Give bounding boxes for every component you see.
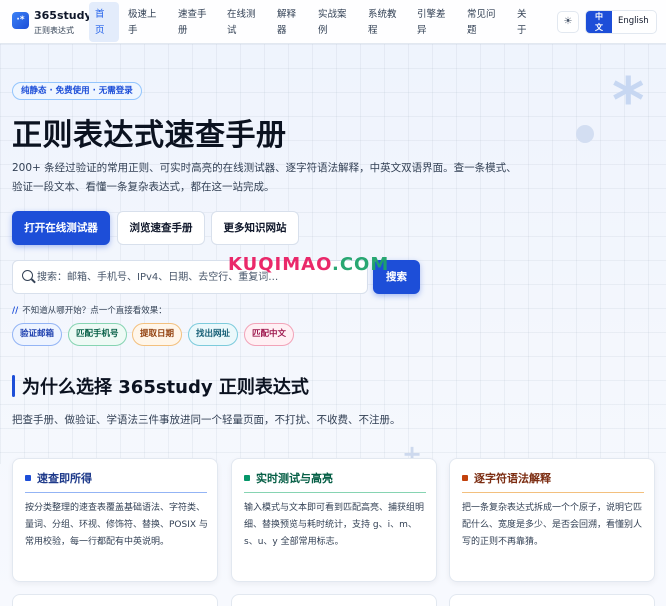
search-icon xyxy=(22,270,33,281)
chip-match-chinese[interactable]: 匹配中文 xyxy=(244,323,295,346)
section-accent-bar xyxy=(12,375,15,397)
brand-subtitle: 正则表达式 xyxy=(34,26,74,35)
hint-prefix: // xyxy=(12,306,19,316)
feature-card-explainer: 逐字符语法解释 把一条复杂表达式拆成一个个原子，说明它匹配什么、宽度是多少、是否… xyxy=(449,458,655,582)
chip-find-url[interactable]: 找出网址 xyxy=(188,323,239,346)
feature-card-partial xyxy=(449,594,655,606)
page-title: 正则表达式速查手册 xyxy=(12,118,287,153)
card-bullet-icon xyxy=(25,475,31,481)
hint-text: 不知道从哪开始？点一个直接看效果： xyxy=(22,306,167,316)
nav-item-explainer[interactable]: 解释器 xyxy=(271,2,303,42)
feature-card-cheatsheet: 速查即所得 按分类整理的速查表覆盖基础语法、字符类、量词、分组、环视、修饰符、替… xyxy=(12,458,218,582)
feature-card-partial xyxy=(12,594,218,606)
hero-description: 200+ 条经过验证的常用正则、可实时高亮的在线测试器、逐字符语法解释，中英文双… xyxy=(12,162,517,193)
asterisk-decoration-icon: * xyxy=(612,64,645,137)
chip-validate-email[interactable]: 验证邮箱 xyxy=(12,323,63,346)
nav-item-examples[interactable]: 实战案例 xyxy=(312,2,354,42)
chip-match-phone[interactable]: 匹配手机号 xyxy=(68,323,127,346)
theme-toggle-button[interactable]: ☀ xyxy=(557,11,579,33)
feature-card-text: 按分类整理的速查表覆盖基础语法、字符类、量词、分组、环视、修饰符、替换、POSI… xyxy=(25,503,208,547)
nav-item-quickstart[interactable]: 极速上手 xyxy=(122,2,164,42)
lang-en-button[interactable]: English xyxy=(618,16,649,26)
feature-card-title: 逐字符语法解释 xyxy=(474,472,551,485)
nav-item-engines[interactable]: 引擎差异 xyxy=(411,2,453,42)
dot-decoration xyxy=(576,125,594,143)
card-bullet-icon xyxy=(462,475,468,481)
nav-item-cheatsheet[interactable]: 速查手册 xyxy=(172,2,214,42)
feature-card-text: 输入模式与文本即可看到匹配高亮、捕获组明细、替换预览与耗时统计，支持 g、i、m… xyxy=(244,503,425,547)
feature-card-text: 把一条复杂表达式拆成一个个原子，说明它匹配什么、宽度是多少、是否会回溯，看懂别人… xyxy=(462,503,643,547)
top-navbar: ·* 365study 正则表达式 首页 极速上手 速查手册 在线测试 解释器 … xyxy=(0,0,666,44)
lang-zh-button[interactable]: 中文 xyxy=(586,11,612,33)
why-section-title: 为什么选择 365study 正则表达式 xyxy=(22,377,309,398)
nav-item-tutorial[interactable]: 系统教程 xyxy=(362,2,404,42)
open-tester-button[interactable]: 打开在线测试器 xyxy=(12,211,110,245)
card-divider xyxy=(462,492,644,493)
nav-item-about[interactable]: 关于 xyxy=(511,2,533,42)
quick-hint: //不知道从哪开始？点一个直接看效果： xyxy=(12,304,167,316)
nav-item-home[interactable]: 首页 xyxy=(89,2,119,42)
brand-name[interactable]: 365study xyxy=(34,9,92,22)
hero-badge: 纯静态 · 免费使用 · 无需登录 xyxy=(12,82,142,100)
why-section-description: 把查手册、做验证、学语法三件事放进同一个轻量页面，不打扰、不收费、不注册。 xyxy=(12,414,401,426)
chip-extract-date[interactable]: 提取日期 xyxy=(132,323,183,346)
language-switch: 中文 English xyxy=(585,10,657,34)
logo-icon[interactable]: ·* xyxy=(12,12,29,29)
feature-card-live-test: 实时测试与高亮 输入模式与文本即可看到匹配高亮、捕获组明细、替换预览与耗时统计，… xyxy=(231,458,437,582)
feature-card-title: 实时测试与高亮 xyxy=(256,472,333,485)
nav-item-faq[interactable]: 常见问题 xyxy=(461,2,503,42)
watermark-logo: KUQIMAO.COM xyxy=(228,254,390,275)
more-sites-button[interactable]: 更多知识网站 xyxy=(211,211,299,245)
sun-icon: ☀ xyxy=(563,16,573,27)
feature-card-partial xyxy=(231,594,437,606)
card-bullet-icon xyxy=(244,475,250,481)
card-divider xyxy=(244,492,426,493)
nav-item-online-test[interactable]: 在线测试 xyxy=(221,2,263,42)
browse-cheatsheet-button[interactable]: 浏览速查手册 xyxy=(117,211,205,245)
feature-card-title: 速查即所得 xyxy=(37,472,92,485)
card-divider xyxy=(25,492,207,493)
